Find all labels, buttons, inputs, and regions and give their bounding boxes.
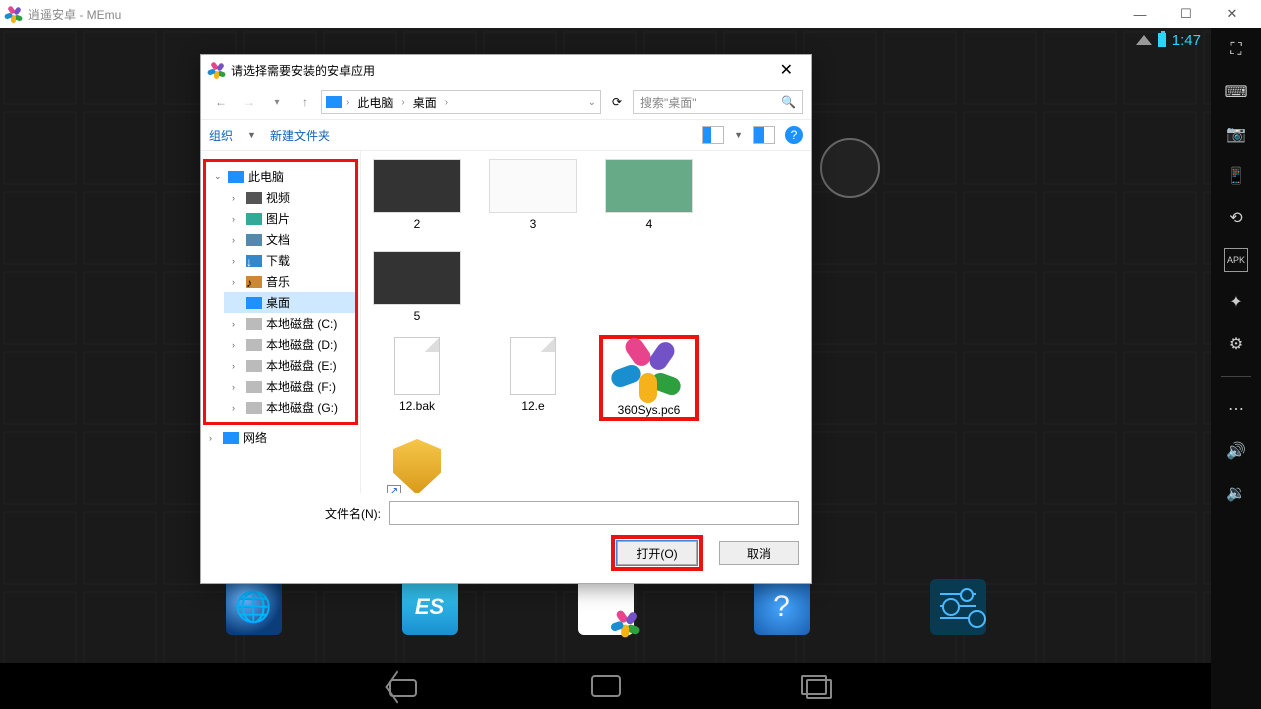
close-button[interactable]: ✕: [1209, 0, 1255, 28]
apk-icon[interactable]: APK: [1224, 248, 1248, 272]
file-item-12bak[interactable]: 12.bak: [369, 337, 465, 419]
nav-back-icon[interactable]: ←: [209, 95, 233, 109]
android-status-bar: 1:47: [0, 28, 1211, 52]
tree-item-disk-c[interactable]: ›本地磁盘 (C:): [224, 313, 355, 334]
cleanup-icon[interactable]: ✦: [1224, 290, 1248, 314]
new-folder-button[interactable]: 新建文件夹: [270, 127, 330, 144]
dialog-title: 请选择需要安装的安卓应用: [231, 62, 375, 79]
file-item-3[interactable]: 3: [485, 159, 581, 231]
tree-item-disk-d[interactable]: ›本地磁盘 (D:): [224, 334, 355, 355]
minimize-button[interactable]: —: [1117, 0, 1163, 28]
tree-item-disk-f[interactable]: ›本地磁盘 (F:): [224, 376, 355, 397]
view-mode-button[interactable]: [702, 126, 724, 144]
tree-item-pictures[interactable]: ›图片: [224, 208, 355, 229]
pc-icon: [326, 96, 342, 108]
android-nav-bar: [0, 663, 1211, 709]
nav-forward-icon[interactable]: →: [237, 95, 261, 109]
emulator-side-toolbar: ⛶ ⌨ 📷 📱 ⟲ APK ✦ ⚙ ⋯ 🔊 🔉: [1211, 28, 1261, 709]
keyboard-icon[interactable]: ⌨: [1224, 80, 1248, 104]
shake-icon[interactable]: 📱: [1224, 164, 1248, 188]
app-titlebar: 逍遥安卓 - MEmu — ☐ ✕: [0, 0, 1261, 28]
dialog-titlebar: 请选择需要安装的安卓应用 ✕: [201, 55, 811, 85]
preview-pane-button[interactable]: [753, 126, 775, 144]
file-item-360sys[interactable]: 360Sys.pc6: [601, 337, 697, 419]
refresh-button[interactable]: ⟳: [605, 95, 629, 109]
file-item-4[interactable]: 4: [601, 159, 697, 231]
nav-recents-button[interactable]: [801, 675, 831, 697]
dialog-icon: [209, 62, 225, 78]
tree-item-documents[interactable]: ›文档: [224, 229, 355, 250]
floating-widget[interactable]: [820, 138, 880, 198]
file-open-dialog: 请选择需要安装的安卓应用 ✕ ← → ▾ ↑ › 此电脑 › 桌面 › ⌄: [200, 54, 812, 584]
search-placeholder: 搜索"桌面": [640, 94, 697, 111]
fullscreen-icon[interactable]: ⛶: [1224, 38, 1248, 62]
nav-home-button[interactable]: [591, 675, 621, 697]
android-screen: 1:47 🌐 ES ? 请选择需要安装的安卓应用 ✕ ← →: [0, 28, 1211, 709]
folder-tree: ⌄此电脑 ›视频 ›图片 ›文档 ›↓下载 ›♪音乐 桌面 ›本地磁盘 (C:)…: [201, 151, 361, 493]
file-item-5[interactable]: 5: [369, 251, 465, 323]
nav-back-button[interactable]: [381, 675, 411, 697]
wifi-icon: [1136, 35, 1152, 45]
gear-icon[interactable]: ⚙: [1224, 332, 1248, 356]
tree-item-videos[interactable]: ›视频: [224, 187, 355, 208]
file-item-2[interactable]: 2: [369, 159, 465, 231]
search-icon: 🔍: [781, 95, 796, 109]
tree-item-downloads[interactable]: ›↓下载: [224, 250, 355, 271]
organize-menu[interactable]: 组织: [209, 127, 233, 144]
address-bar[interactable]: › 此电脑 › 桌面 › ⌄: [321, 90, 601, 114]
dialog-toolbar: 组织 ▼ 新建文件夹 ▼ ?: [201, 119, 811, 151]
more-icon[interactable]: ⋯: [1224, 397, 1248, 421]
emulator-area: 1:47 🌐 ES ? 请选择需要安装的安卓应用 ✕ ← →: [0, 28, 1261, 709]
es-explorer-app-icon[interactable]: ES: [402, 579, 458, 635]
tree-root-pc[interactable]: ⌄此电脑: [206, 166, 355, 187]
app-logo-icon: [6, 6, 22, 22]
cancel-button[interactable]: 取消: [719, 541, 799, 565]
file-grid: 2 3 4 5 12.bak 12.e 360Sys.pc6 ↗立即为游戏提速: [361, 151, 811, 493]
file-item-12e[interactable]: 12.e: [485, 337, 581, 419]
camera-icon[interactable]: 📷: [1224, 122, 1248, 146]
filename-label: 文件名(N):: [325, 505, 381, 522]
volume-up-icon[interactable]: 🔊: [1224, 439, 1248, 463]
settings-app-icon[interactable]: [930, 579, 986, 635]
tree-item-disk-e[interactable]: ›本地磁盘 (E:): [224, 355, 355, 376]
dialog-footer: 文件名(N): 打开(O) 取消: [201, 493, 811, 583]
tree-item-music[interactable]: ›♪音乐: [224, 271, 355, 292]
maximize-button[interactable]: ☐: [1163, 0, 1209, 28]
search-input[interactable]: 搜索"桌面" 🔍: [633, 90, 803, 114]
window-title: 逍遥安卓 - MEmu: [28, 6, 121, 23]
tree-item-desktop[interactable]: 桌面: [224, 292, 355, 313]
tree-item-network[interactable]: ›网络: [201, 427, 360, 448]
open-button[interactable]: 打开(O): [617, 541, 697, 565]
clock: 1:47: [1172, 32, 1201, 49]
filename-input[interactable]: [389, 501, 799, 525]
memu-icon: [619, 339, 679, 399]
battery-icon: [1158, 33, 1166, 47]
dialog-close-button[interactable]: ✕: [770, 60, 803, 80]
nav-history-icon[interactable]: ▾: [265, 97, 289, 108]
help-app-icon[interactable]: ?: [754, 579, 810, 635]
dialog-nav-row: ← → ▾ ↑ › 此电脑 › 桌面 › ⌄ ⟳ 搜索"桌面" 🔍: [201, 85, 811, 119]
tree-item-disk-g[interactable]: ›本地磁盘 (G:): [224, 397, 355, 418]
rotate-icon[interactable]: ⟲: [1224, 206, 1248, 230]
crumb-root[interactable]: 此电脑: [353, 94, 397, 111]
volume-down-icon[interactable]: 🔉: [1224, 481, 1248, 505]
crumb-folder[interactable]: 桌面: [409, 94, 441, 111]
help-icon[interactable]: ?: [785, 126, 803, 144]
browser-app-icon[interactable]: 🌐: [226, 579, 282, 635]
address-dropdown-icon[interactable]: ⌄: [588, 97, 596, 108]
file-item-gamespeed[interactable]: ↗立即为游戏提速: [369, 439, 465, 493]
app-store-icon[interactable]: [578, 579, 634, 635]
nav-up-icon[interactable]: ↑: [293, 95, 317, 109]
